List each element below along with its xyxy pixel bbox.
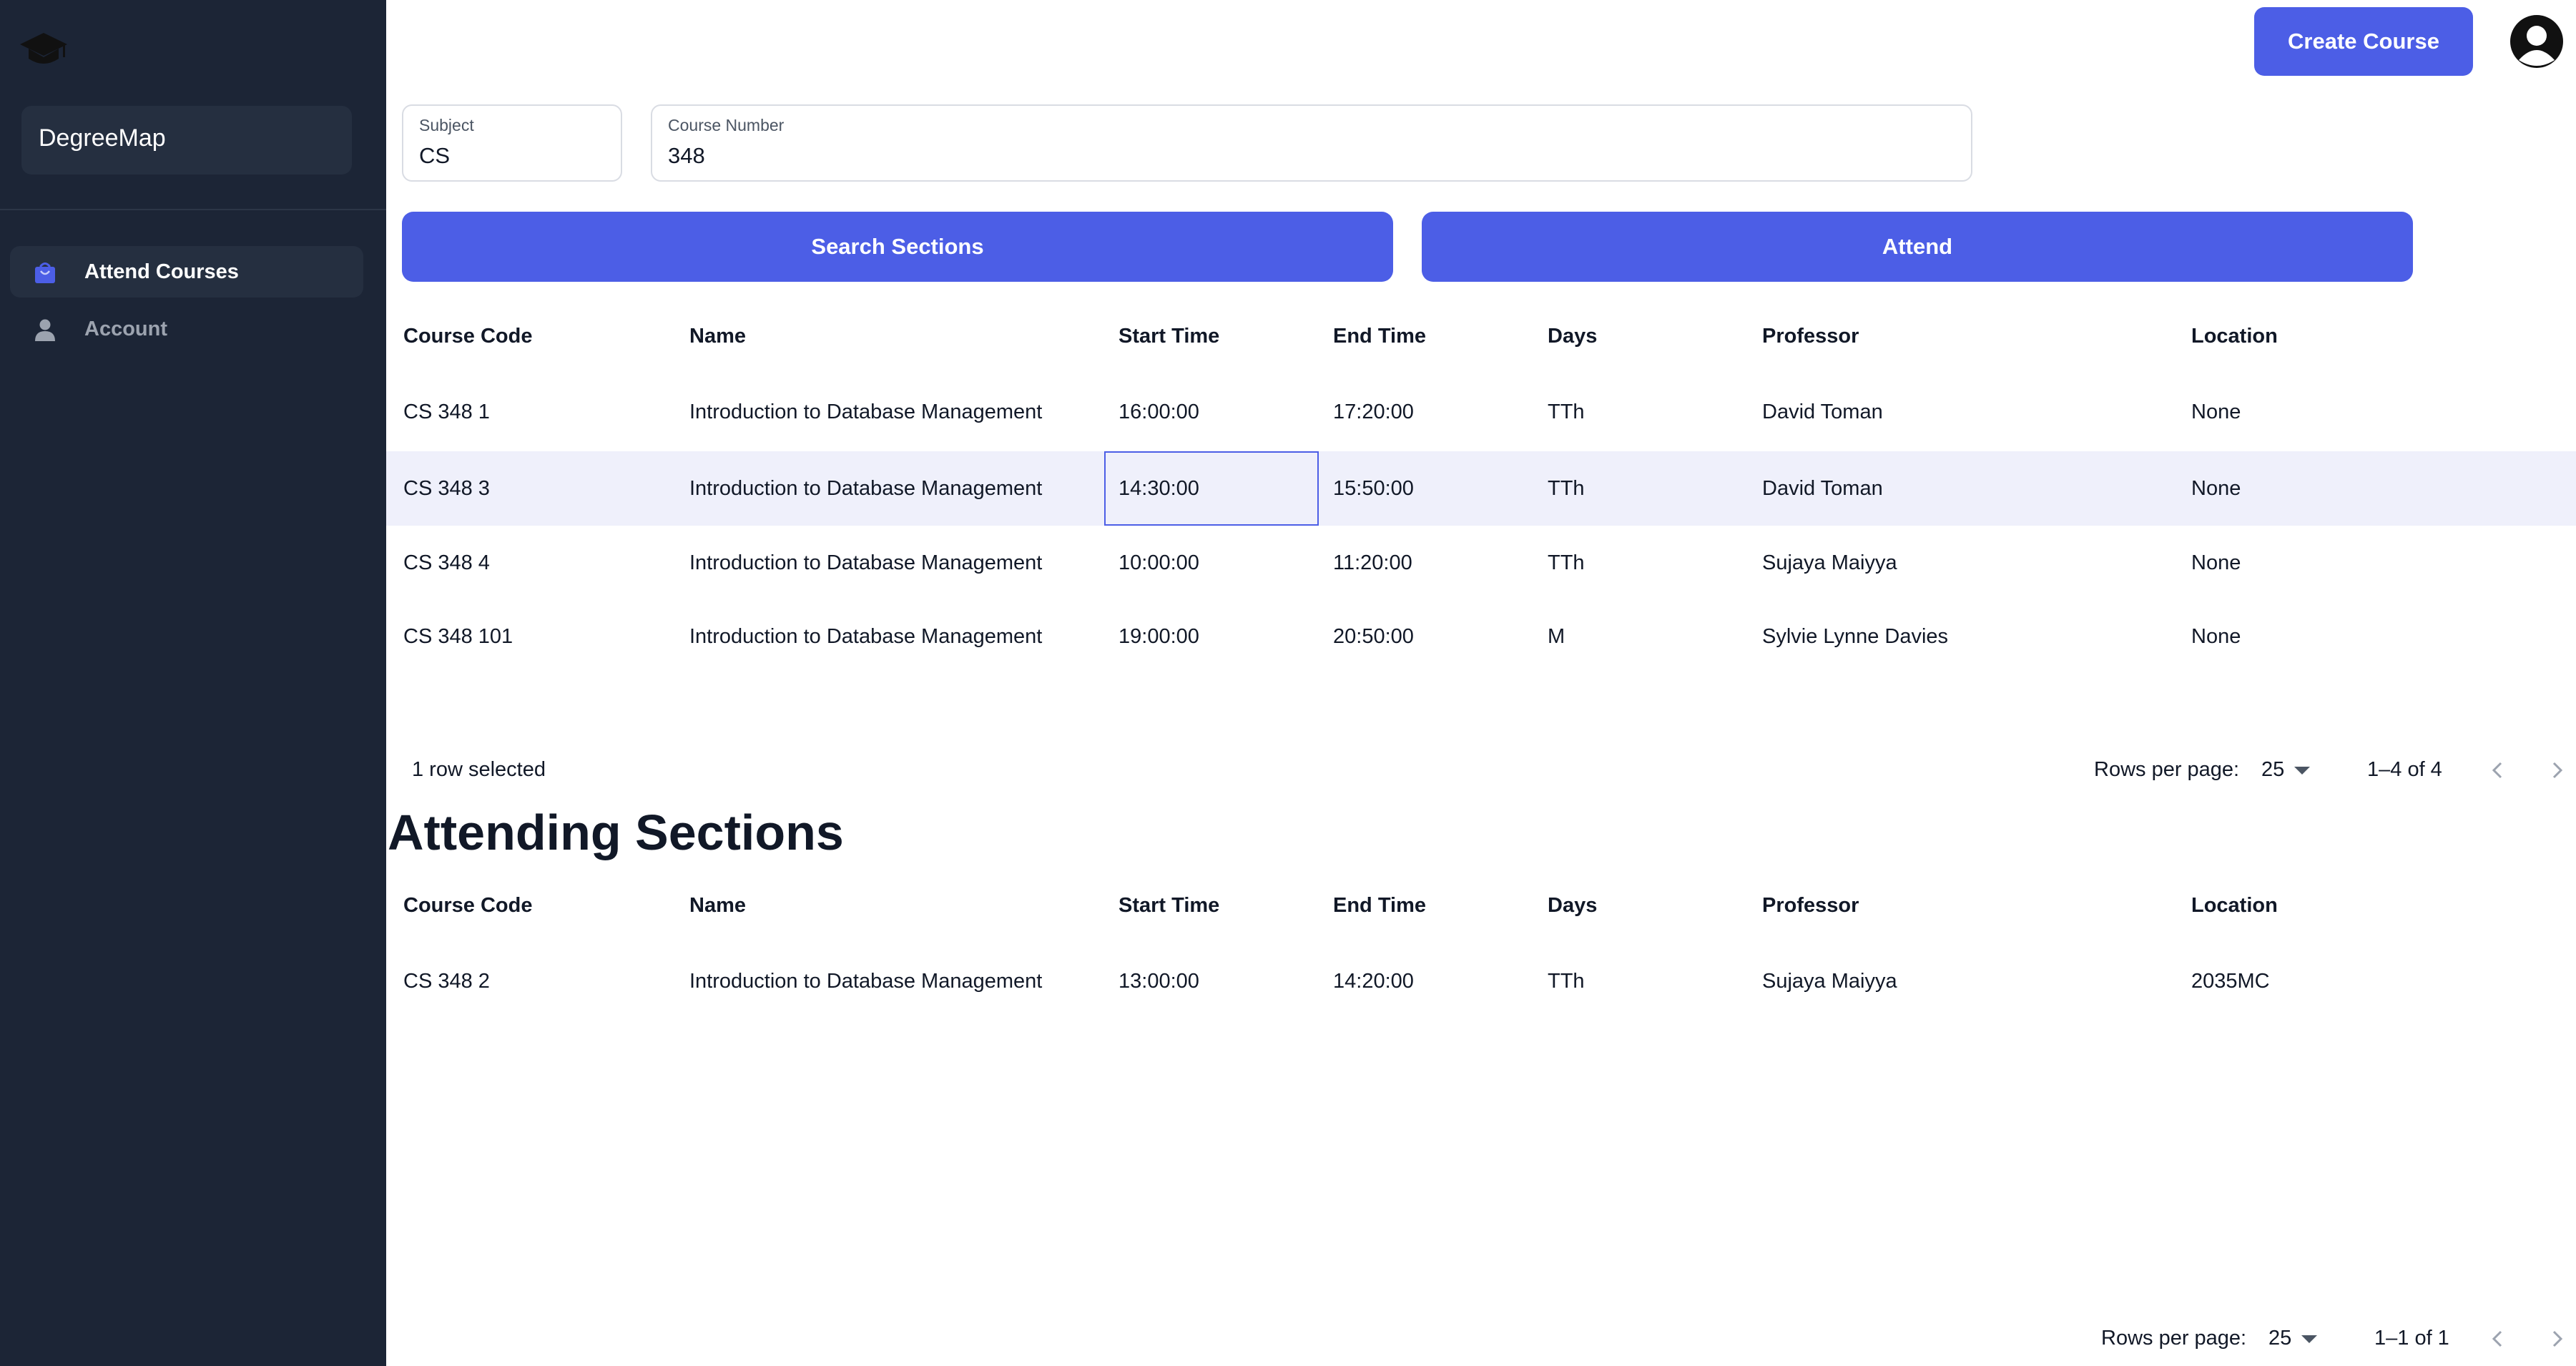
- subject-label: Subject: [419, 116, 474, 134]
- column-header[interactable]: End Time: [1333, 299, 1426, 373]
- brand-name: DegreeMap: [39, 124, 166, 152]
- create-course-button[interactable]: Create Course: [2254, 7, 2473, 76]
- column-header[interactable]: Location: [2191, 299, 2278, 373]
- dropdown-caret-icon[interactable]: [2294, 767, 2310, 775]
- rows-per-page-select[interactable]: 25: [2268, 1327, 2291, 1350]
- professor-cell: Sylvie Lynne Davies: [1762, 625, 1949, 648]
- attending-sections-title: Attending Sections: [388, 805, 844, 860]
- chevron-left-icon[interactable]: [2487, 1328, 2509, 1350]
- brand-switcher[interactable]: DegreeMap: [21, 106, 352, 175]
- name-cell: Introduction to Database Management: [689, 625, 1043, 648]
- end-time-cell: 11:20:00: [1333, 551, 1412, 574]
- dropdown-caret-icon[interactable]: [2301, 1335, 2317, 1343]
- subject-field[interactable]: Subject CS: [402, 104, 622, 182]
- course-number-field[interactable]: Course Number 348: [651, 104, 1972, 182]
- end-time-cell: 20:50:00: [1333, 625, 1414, 648]
- table-header: Course Code Name Start Time End Time Day…: [386, 868, 2576, 943]
- chevron-right-icon[interactable]: [2546, 1328, 2567, 1350]
- sidebar-item-account[interactable]: Account: [10, 303, 363, 355]
- selection-count: 1 row selected: [412, 758, 546, 781]
- location-cell: None: [2191, 625, 2241, 648]
- course-number-input[interactable]: 348: [668, 143, 705, 169]
- end-time-cell: 14:20:00: [1333, 970, 1414, 993]
- pagination-range: 1–1 of 1: [2374, 1327, 2449, 1350]
- column-header[interactable]: Start Time: [1119, 299, 1219, 373]
- sidebar-item-label: Account: [84, 318, 167, 340]
- column-header[interactable]: Professor: [1762, 868, 1859, 943]
- table-row[interactable]: CS 348 4 Introduction to Database Manage…: [386, 526, 2576, 600]
- name-cell: Introduction to Database Management: [689, 551, 1043, 574]
- days-cell: TTh: [1548, 477, 1585, 500]
- user-avatar-icon[interactable]: [2507, 14, 2566, 69]
- column-header[interactable]: Start Time: [1119, 868, 1219, 943]
- column-header[interactable]: End Time: [1333, 868, 1426, 943]
- table-row[interactable]: CS 348 1 Introduction to Database Manage…: [386, 375, 2576, 449]
- days-cell: TTh: [1548, 551, 1585, 574]
- subject-input[interactable]: CS: [419, 143, 450, 169]
- location-cell: None: [2191, 477, 2241, 500]
- course-code-cell: CS 348 4: [403, 551, 490, 574]
- table-row[interactable]: CS 348 101 Introduction to Database Mana…: [386, 599, 2576, 674]
- table-row-selected[interactable]: CS 348 3 Introduction to Database Manage…: [386, 451, 2576, 526]
- rows-per-page-label: Rows per page:: [2094, 758, 2240, 781]
- start-time-cell: 19:00:00: [1119, 625, 1199, 648]
- name-cell: Introduction to Database Management: [689, 401, 1043, 423]
- sidebar: DegreeMap Attend Courses Account: [0, 0, 386, 1366]
- rows-per-page-label: Rows per page:: [2101, 1327, 2247, 1350]
- course-code-cell: CS 348 3: [403, 477, 490, 500]
- table-row[interactable]: CS 348 2 Introduction to Database Manage…: [386, 944, 2576, 1018]
- location-cell: None: [2191, 401, 2241, 423]
- search-sections-button[interactable]: Search Sections: [402, 212, 1393, 282]
- pagination-range: 1–4 of 4: [2367, 758, 2442, 781]
- professor-cell: Sujaya Maiyya: [1762, 551, 1897, 574]
- end-time-cell: 15:50:00: [1333, 477, 1414, 500]
- column-header[interactable]: Name: [689, 299, 746, 373]
- rows-per-page-select[interactable]: 25: [2261, 758, 2284, 782]
- professor-cell: David Toman: [1762, 401, 1883, 423]
- name-cell: Introduction to Database Management: [689, 970, 1043, 993]
- column-header[interactable]: Professor: [1762, 299, 1859, 373]
- course-number-label: Course Number: [668, 116, 785, 134]
- start-time-cell: 13:00:00: [1119, 970, 1199, 993]
- location-cell: 2035MC: [2191, 970, 2270, 993]
- column-header[interactable]: Location: [2191, 868, 2278, 943]
- chevron-left-icon[interactable]: [2487, 760, 2509, 781]
- end-time-cell: 17:20:00: [1333, 401, 1414, 423]
- course-code-cell: CS 348 2: [403, 970, 490, 993]
- cell-focus-outline: [1104, 451, 1319, 526]
- start-time-cell: 10:00:00: [1119, 551, 1199, 574]
- days-cell: TTh: [1548, 401, 1585, 423]
- column-header[interactable]: Name: [689, 868, 746, 943]
- days-cell: M: [1548, 625, 1565, 648]
- days-cell: TTh: [1548, 970, 1585, 993]
- name-cell: Introduction to Database Management: [689, 477, 1043, 500]
- column-header[interactable]: Course Code: [403, 868, 532, 943]
- graduation-cap-icon: [20, 33, 67, 64]
- column-header[interactable]: Days: [1548, 868, 1597, 943]
- professor-cell: Sujaya Maiyya: [1762, 970, 1897, 993]
- location-cell: None: [2191, 551, 2241, 574]
- course-code-cell: CS 348 101: [403, 625, 513, 648]
- sidebar-divider: [0, 209, 386, 210]
- shopping-bag-icon: [35, 262, 55, 283]
- sidebar-item-attend-courses[interactable]: Attend Courses: [10, 246, 363, 298]
- chevron-right-icon[interactable]: [2546, 760, 2567, 781]
- attend-button[interactable]: Attend: [1422, 212, 2413, 282]
- table-header: Course Code Name Start Time End Time Day…: [386, 299, 2576, 373]
- column-header[interactable]: Course Code: [403, 299, 532, 373]
- course-code-cell: CS 348 1: [403, 401, 490, 423]
- column-header[interactable]: Days: [1548, 299, 1597, 373]
- person-icon: [35, 319, 55, 341]
- professor-cell: David Toman: [1762, 477, 1883, 500]
- start-time-cell: 16:00:00: [1119, 401, 1199, 423]
- sidebar-item-label: Attend Courses: [84, 260, 239, 283]
